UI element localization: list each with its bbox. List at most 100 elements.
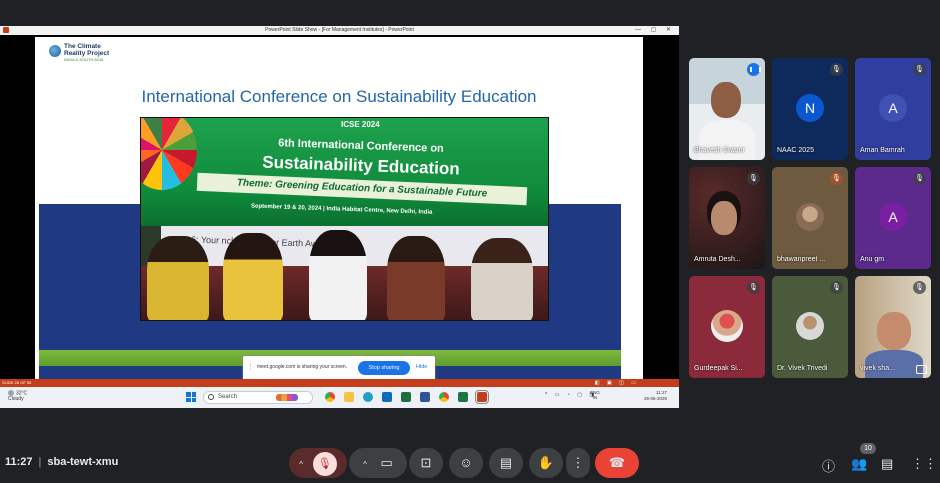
powerpoint-titlebar: PowerPoint Slide Show - [For Management … [0, 26, 679, 35]
weather-widget[interactable]: 32°C Cloudy [8, 390, 27, 402]
mic-off-icon: 🎙 [830, 172, 843, 185]
activities-icon[interactable]: ⋮⋮ [911, 456, 937, 472]
participant-tile-6[interactable]: 🎙 A Anu gm [855, 167, 931, 269]
window-controls[interactable]: — ▢ ✕ [635, 26, 675, 35]
participant-name: NAAC 2025 [777, 147, 814, 154]
edge-icon[interactable] [363, 392, 373, 402]
taskbar-search[interactable]: Search [203, 391, 313, 404]
people-icon[interactable]: 👥 [851, 456, 867, 472]
participant-tile-4[interactable]: 🎙 Amruta Desh... [689, 167, 765, 269]
search-highlight-icon [276, 394, 298, 401]
mic-off-icon: 🎙 [312, 452, 337, 476]
participant-name: vivek sha... [860, 365, 896, 372]
panelist-5 [471, 238, 533, 320]
participant-name: Bhavesh Swami [694, 147, 745, 154]
participant-profile-photo [711, 310, 743, 342]
chrome-app-icon[interactable] [439, 392, 449, 402]
sdg-wheel-icon [141, 118, 197, 190]
hand-icon: ✋ [537, 455, 555, 470]
search-label: Search [218, 394, 238, 400]
excel-app-icon[interactable] [458, 392, 468, 402]
meeting-details-icon[interactable]: ⓘ [822, 456, 835, 475]
panelist-2 [223, 233, 283, 320]
participant-name: Gurdeepak Si... [694, 365, 743, 372]
panelist-4 [387, 236, 445, 320]
participant-tile-5[interactable]: 🎙 bhawanpreet ... [772, 167, 848, 269]
word-icon[interactable] [420, 392, 430, 402]
more-vert-icon: ⋮ [571, 455, 585, 470]
logo-line2: Reality Project [64, 50, 110, 57]
emoji-icon: ☺ [459, 455, 473, 470]
conference-photo: ICSE 2024 6th International Conference o… [140, 117, 549, 321]
participant-shirt [865, 350, 923, 378]
camera-icon: ▭ [380, 455, 393, 470]
chevron-up-icon[interactable]: ^ [363, 460, 367, 469]
captions-icon: ▤ [499, 455, 513, 470]
lang-line2: IN [592, 395, 598, 400]
globe-icon [49, 45, 61, 57]
avatar: N [796, 94, 824, 122]
phone-hangup-icon: ☎ [608, 455, 626, 470]
camera-toggle-button[interactable]: ^ ▭ [349, 448, 407, 478]
excel-icon[interactable] [401, 392, 411, 402]
leave-call-button[interactable]: ☎ [595, 448, 639, 478]
search-icon [208, 394, 214, 400]
stop-sharing-button[interactable]: Stop sharing [358, 361, 410, 375]
file-explorer-icon[interactable] [344, 392, 354, 402]
shared-screen: PowerPoint Slide Show - [For Management … [0, 26, 679, 408]
participant-tile-3[interactable]: 🎙 A Aman Bamrah [855, 58, 931, 160]
people-count-badge: 10 [860, 443, 876, 454]
chrome-icon[interactable] [325, 392, 335, 402]
powerpoint-app-icon[interactable] [475, 390, 489, 404]
participant-tile-7[interactable]: 🎙 Gurdeepak Si... [689, 276, 765, 378]
speaking-indicator-icon [747, 63, 761, 76]
present-button[interactable]: ⊡ [409, 448, 443, 478]
participant-tile-1[interactable]: Bhavesh Swami [689, 58, 765, 160]
participant-face [877, 312, 911, 350]
participant-profile-photo [796, 203, 824, 231]
slide-counter: SLIDE 28 OF 55 [2, 380, 32, 385]
slideshow-status-bar: SLIDE 28 OF 55 ◧ ▣ ◫ ▭ [0, 379, 679, 387]
banner-dates: September 19 & 20, 2024 | India Habitat … [250, 203, 433, 216]
meeting-time: 11:27 [5, 456, 33, 468]
participant-name: bhawanpreet ... [777, 256, 826, 263]
screen-share-notice: ⋮ meet.google.com is sharing your screen… [243, 356, 435, 380]
participant-name: Aman Bamrah [860, 147, 905, 154]
mic-off-icon: 🎙 [913, 281, 926, 294]
participant-tile-2[interactable]: 🎙 N NAAC 2025 [772, 58, 848, 160]
taskbar-clock[interactable]: 11:27 25-06-2025 [644, 390, 667, 402]
mic-off-icon: 🎙 [747, 281, 760, 294]
captions-button[interactable]: ▤ [489, 448, 523, 478]
icse-logo: ICSE [341, 120, 360, 129]
avatar: A [879, 203, 907, 231]
mic-off-icon: 🎙 [830, 63, 843, 76]
drag-handle-icon[interactable]: ⋮ [247, 363, 254, 371]
present-screen-icon: ⊡ [420, 455, 432, 470]
windows-start-icon[interactable] [186, 392, 196, 402]
icse-year: 2024 [361, 120, 380, 129]
mic-toggle-button[interactable]: ^ 🎙 [289, 448, 347, 478]
panelist-1 [147, 236, 209, 320]
hide-notice-link[interactable]: Hide [416, 364, 427, 370]
slideshow-controls[interactable]: ◧ ▣ ◫ ▭ [595, 379, 639, 387]
participant-tile-8[interactable]: 🎙 Dr. Vivek Trivedi [772, 276, 848, 378]
outlook-icon[interactable] [382, 392, 392, 402]
pin-icon[interactable] [916, 365, 927, 374]
participant-shirt [699, 120, 755, 160]
reactions-button[interactable]: ☺ [449, 448, 483, 478]
logo-line3: INDIA & SOUTH ASIA [64, 57, 104, 62]
mic-off-icon: 🎙 [913, 63, 926, 76]
chat-icon[interactable]: ▤ [881, 456, 893, 472]
taskbar-date: 25-06-2025 [644, 396, 668, 401]
share-notice-text: meet.google.com is sharing your screen. [257, 364, 348, 370]
meeting-info: 11:27 | sba-tewt-xmu [5, 456, 119, 468]
participant-tile-9[interactable]: 🎙 vivek sha... [855, 276, 931, 378]
more-options-button[interactable]: ⋮ [566, 448, 590, 478]
raise-hand-button[interactable]: ✋ [529, 448, 563, 478]
chevron-up-icon[interactable]: ^ [299, 460, 303, 469]
presentation-slide: The Climate Reality Project INDIA & SOUT… [35, 37, 643, 379]
window-title: PowerPoint Slide Show - [For Management … [265, 27, 414, 33]
language-indicator[interactable]: ENG IN [590, 390, 600, 400]
mic-off-icon: 🎙 [830, 281, 843, 294]
participant-face [711, 82, 741, 118]
